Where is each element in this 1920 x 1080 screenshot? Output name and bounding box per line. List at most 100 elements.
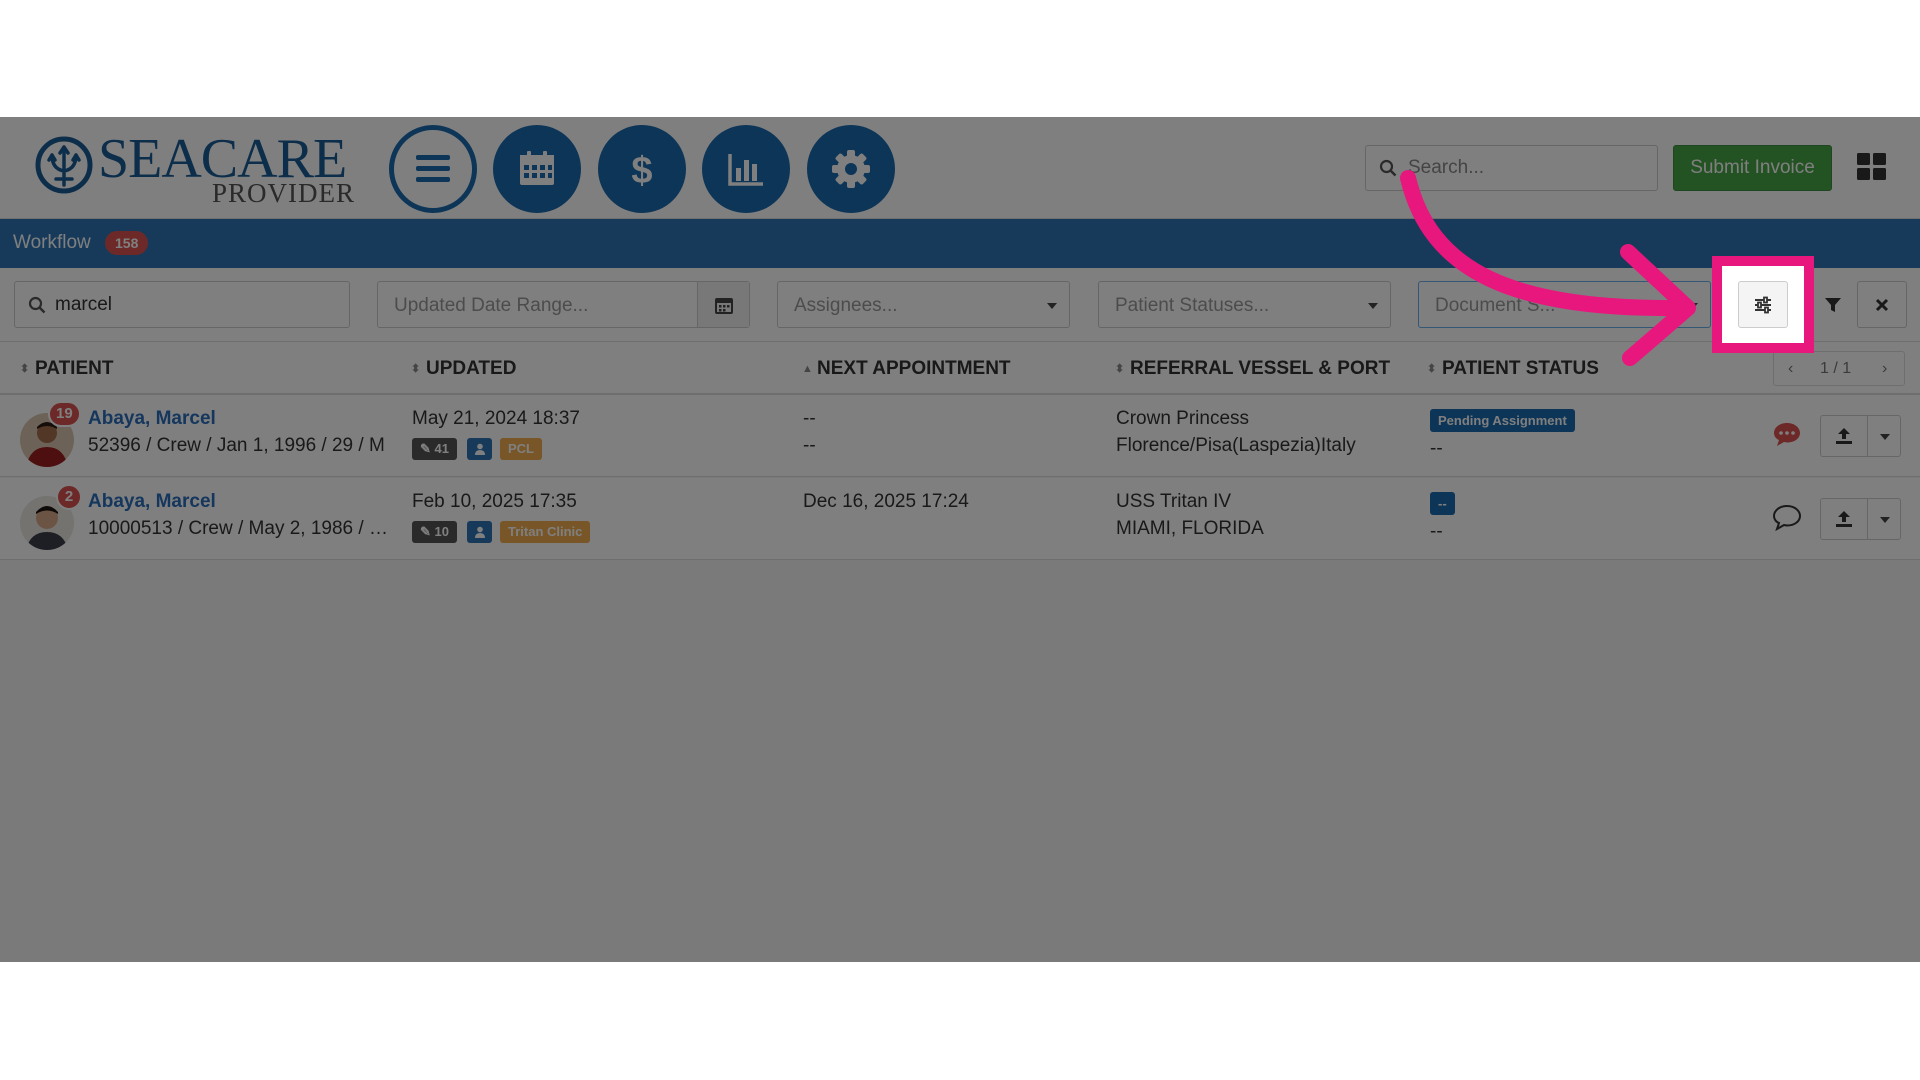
user-icon <box>474 526 485 538</box>
status-badge: -- <box>1430 492 1455 515</box>
notification-count-badge: 2 <box>56 484 82 510</box>
referral-port: MIAMI, FLORIDA <box>1116 518 1264 539</box>
attachment-count-tag[interactable]: ✎ 10 <box>412 521 457 543</box>
next-appointment-secondary: -- <box>803 435 816 456</box>
sort-asc-icon: ▲ <box>802 363 813 375</box>
row-actions-dropdown[interactable] <box>1867 498 1901 540</box>
close-icon <box>1875 298 1889 311</box>
chat-icon[interactable] <box>1772 503 1802 531</box>
bar-chart-icon <box>728 154 763 186</box>
paperclip-icon: ✎ <box>420 441 431 456</box>
assignees-filter[interactable]: Assignees... <box>777 281 1070 328</box>
chevron-down-icon <box>1880 434 1890 440</box>
row-actions-dropdown[interactable] <box>1867 415 1901 457</box>
filter-icon <box>1825 297 1841 312</box>
upload-icon <box>1836 428 1852 444</box>
submit-invoice-button[interactable]: Submit Invoice <box>1673 145 1832 191</box>
top-header: SEACARE PROVIDER $ Submit Invoice <box>0 117 1920 219</box>
column-header-patient[interactable]: ⬍ PATIENT <box>20 358 113 380</box>
patient-name-filter-value: marcel <box>55 294 113 315</box>
sliders-icon <box>1755 296 1771 313</box>
next-appointment: -- <box>803 408 816 429</box>
upload-button[interactable] <box>1820 415 1868 457</box>
document-status-filter[interactable]: Document S... <box>1418 281 1711 328</box>
column-header-next-appointment[interactable]: ▲ NEXT APPOINTMENT <box>802 358 1011 380</box>
attachment-count: 10 <box>434 524 449 539</box>
upload-button[interactable] <box>1820 498 1868 540</box>
svg-text:$: $ <box>631 150 652 192</box>
apps-grid-icon[interactable] <box>1857 153 1887 181</box>
column-label: NEXT APPOINTMENT <box>817 358 1011 379</box>
search-icon <box>1379 159 1397 177</box>
apply-filter-button[interactable] <box>1808 281 1858 328</box>
attachment-count: 41 <box>434 441 449 456</box>
chevron-down-icon <box>1880 517 1890 523</box>
gear-icon <box>832 150 870 188</box>
trident-logo-icon <box>35 136 93 194</box>
screen: SEACARE PROVIDER $ Submit Invoice Workfl… <box>0 0 1920 1080</box>
upload-icon <box>1836 511 1852 527</box>
global-search-input[interactable] <box>1408 146 1648 190</box>
billing-nav-button[interactable]: $ <box>598 125 686 213</box>
sort-icon: ⬍ <box>411 363 421 375</box>
pagination: ‹ 1 / 1 › <box>1773 351 1905 386</box>
app-window: SEACARE PROVIDER $ Submit Invoice Workfl… <box>0 117 1920 962</box>
column-settings-button[interactable] <box>1738 281 1788 328</box>
notification-count-badge: 19 <box>48 401 81 427</box>
referral-port: Florence/Pisa(Laspezia)Italy <box>1116 435 1356 456</box>
chevron-down-icon <box>1047 303 1057 309</box>
patient-statuses-filter[interactable]: Patient Statuses... <box>1098 281 1391 328</box>
referral-vessel: Crown Princess <box>1116 408 1250 429</box>
user-icon <box>474 443 485 455</box>
patient-name-link[interactable]: Abaya, Marcel <box>88 491 216 513</box>
next-page-button[interactable]: › <box>1882 360 1887 378</box>
calendar-icon <box>714 297 733 314</box>
settings-nav-button[interactable] <box>807 125 895 213</box>
status-detail: -- <box>1430 521 1443 542</box>
chat-unread-icon[interactable] <box>1772 420 1802 448</box>
prev-page-button[interactable]: ‹ <box>1788 360 1793 378</box>
date-picker-button[interactable] <box>697 282 749 327</box>
column-label: REFERRAL VESSEL & PORT <box>1130 358 1391 379</box>
patient-statuses-placeholder: Patient Statuses... <box>1115 295 1270 316</box>
status-detail: -- <box>1430 438 1443 459</box>
menu-icon <box>416 155 450 182</box>
table-row[interactable]: 19 Abaya, Marcel 52396 / Crew / Jan 1, 1… <box>0 395 1920 477</box>
clear-filters-button[interactable] <box>1857 281 1907 328</box>
column-label: PATIENT <box>35 358 114 379</box>
column-header-referral-vessel-port[interactable]: ⬍ REFERRAL VESSEL & PORT <box>1115 358 1390 380</box>
patient-name-link[interactable]: Abaya, Marcel <box>88 408 216 430</box>
attachment-count-tag[interactable]: ✎ 41 <box>412 438 457 460</box>
column-label: PATIENT STATUS <box>1442 358 1599 379</box>
logo-subtext: PROVIDER <box>212 178 356 208</box>
sort-icon: ⬍ <box>20 363 30 375</box>
table-row[interactable]: 2 Abaya, Marcel 10000513 / Crew / May 2,… <box>0 478 1920 560</box>
paperclip-icon: ✎ <box>420 524 431 539</box>
calendar-nav-button[interactable] <box>493 125 581 213</box>
column-label: UPDATED <box>426 358 517 379</box>
date-range-placeholder: Updated Date Range... <box>394 295 589 316</box>
patient-name-filter[interactable]: marcel <box>14 281 350 328</box>
referral-vessel: USS Tritan IV <box>1116 491 1232 512</box>
sort-icon: ⬍ <box>1115 363 1125 375</box>
patient-details: 10000513 / Crew / May 2, 1986 / 38 / M <box>88 518 388 539</box>
column-header-patient-status[interactable]: ⬍ PATIENT STATUS <box>1427 358 1599 380</box>
status-badge: Pending Assignment <box>1430 409 1575 432</box>
workflow-tab[interactable]: Workflow <box>13 232 91 254</box>
seacare-logo[interactable]: SEACARE PROVIDER <box>34 129 364 209</box>
next-appointment: Dec 16, 2025 17:24 <box>803 491 969 512</box>
workflow-bar: Workflow 158 <box>0 219 1920 268</box>
assignee-tag[interactable] <box>467 438 492 460</box>
assignee-tag[interactable] <box>467 521 492 543</box>
patient-details: 52396 / Crew / Jan 1, 1996 / 29 / M <box>88 435 385 456</box>
reports-nav-button[interactable] <box>702 125 790 213</box>
chevron-down-icon <box>1688 303 1698 309</box>
page-indicator: 1 / 1 <box>1820 360 1852 377</box>
dollar-icon: $ <box>631 150 652 192</box>
column-header-updated[interactable]: ⬍ UPDATED <box>411 358 516 380</box>
global-search[interactable] <box>1365 145 1658 191</box>
workflow-count-badge: 158 <box>105 231 149 255</box>
menu-nav-button[interactable] <box>389 125 477 213</box>
updated-date: May 21, 2024 18:37 <box>412 408 580 429</box>
updated-date-range-filter[interactable]: Updated Date Range... <box>377 281 750 328</box>
